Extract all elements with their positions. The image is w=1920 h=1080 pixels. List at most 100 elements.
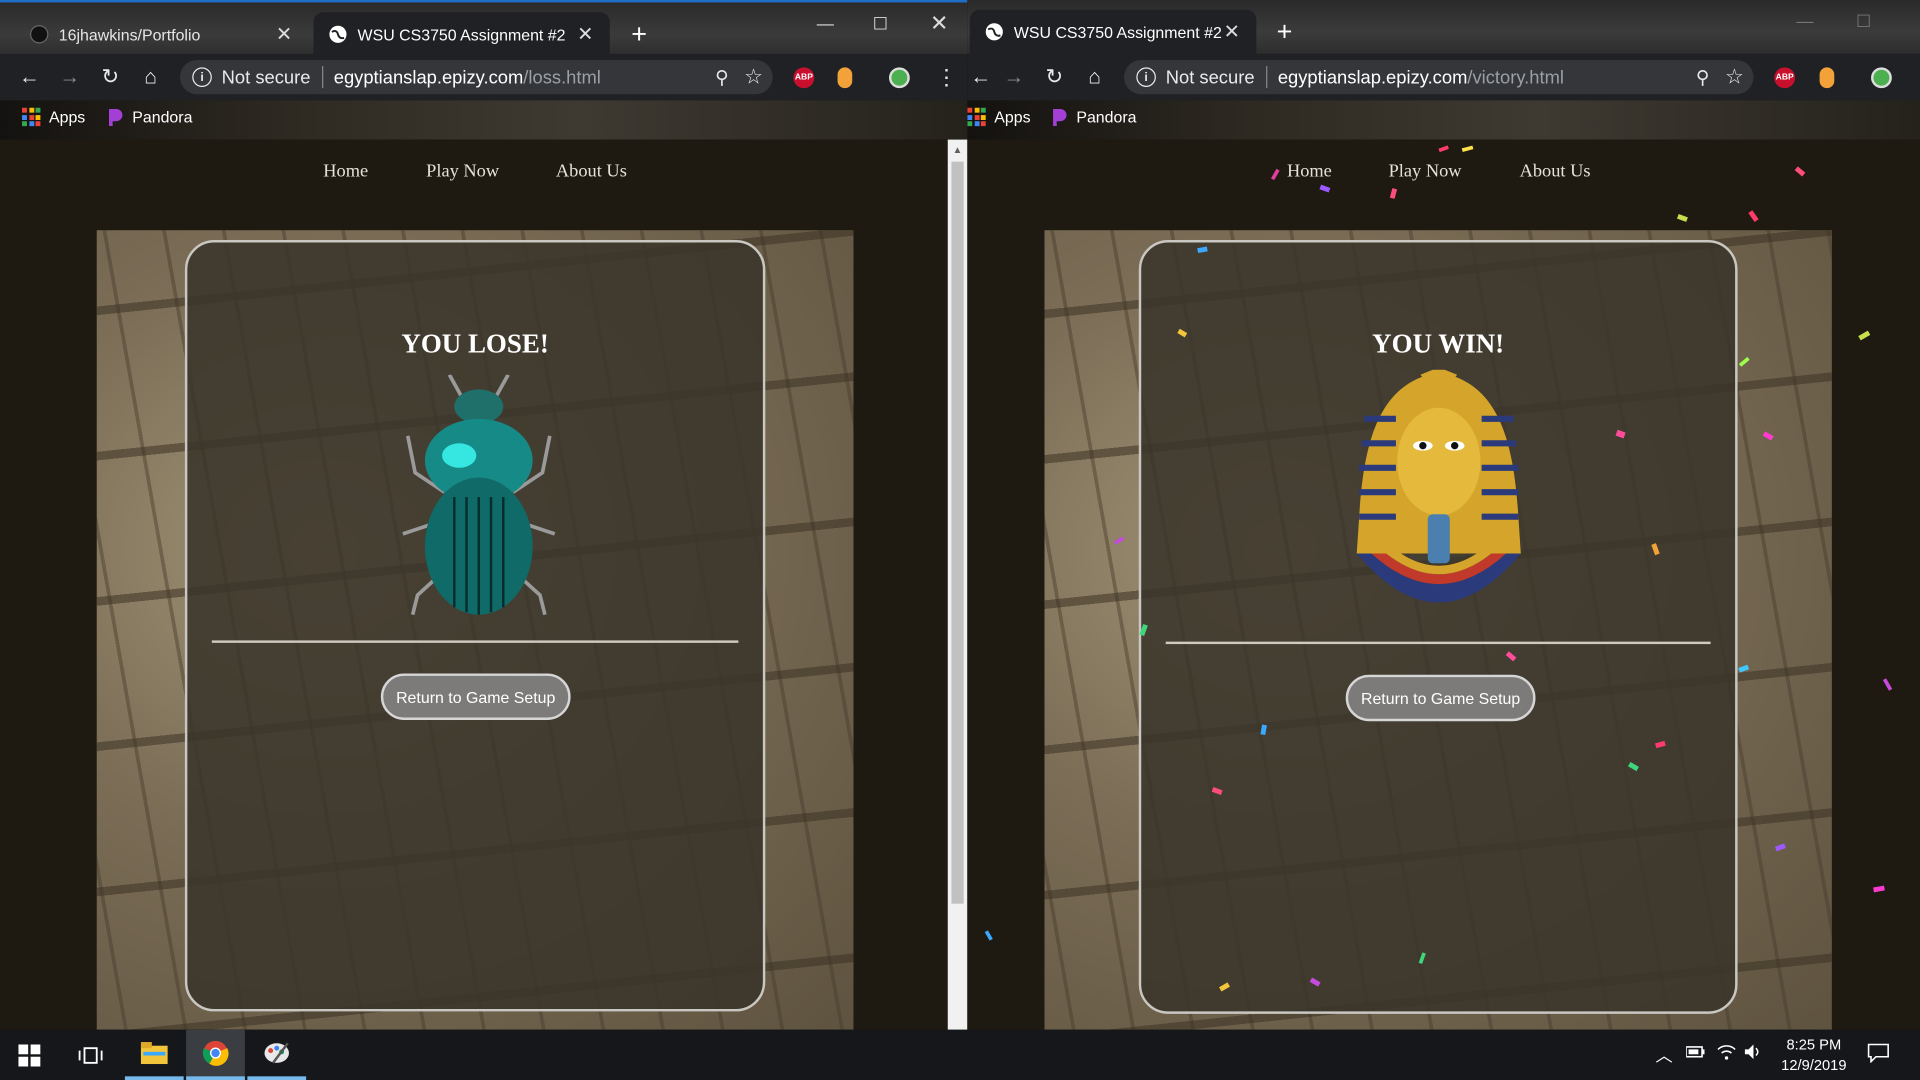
zoom-icon[interactable]: ⚲: [1696, 66, 1709, 88]
tab-label: WSU CS3750 Assignment #2: [1013, 22, 1222, 42]
pandora-icon: [1053, 108, 1067, 126]
return-to-setup-button[interactable]: Return to Game Setup: [1345, 674, 1536, 722]
reload-button[interactable]: ↻: [97, 64, 124, 91]
home-button[interactable]: ⌂: [1081, 64, 1108, 91]
profile-icon[interactable]: [1871, 67, 1892, 89]
apps-grid-icon: [967, 107, 986, 127]
pandora-icon: [108, 108, 123, 126]
globe-icon: [328, 24, 348, 44]
minimize-button[interactable]: —: [1780, 7, 1829, 34]
return-to-setup-button[interactable]: Return to Game Setup: [380, 673, 571, 721]
bookmark-label: Apps: [994, 107, 1031, 127]
chrome-icon[interactable]: [186, 1029, 245, 1080]
close-icon[interactable]: ✕: [1222, 22, 1242, 43]
task-view-icon[interactable]: [61, 1030, 120, 1080]
tab-assignment[interactable]: WSU CS3750 Assignment #2 ✕: [313, 12, 610, 57]
scrollbar-thumb[interactable]: [951, 161, 964, 904]
extension-icon[interactable]: [1819, 67, 1835, 89]
back-button[interactable]: ←: [16, 64, 43, 91]
nav-about-us[interactable]: About Us: [1520, 162, 1591, 183]
nav-play-now[interactable]: Play Now: [426, 162, 499, 183]
toolbar: ← → ↻ ⌂ i Not secure egyptianslap.epizy.…: [967, 53, 1920, 101]
home-button[interactable]: ⌂: [137, 64, 164, 91]
info-icon[interactable]: i: [192, 67, 212, 87]
github-icon: [29, 24, 49, 44]
minimize-button[interactable]: —: [801, 10, 850, 37]
scrollbar[interactable]: ▲: [947, 139, 968, 1030]
address-bar[interactable]: i Not secure egyptianslap.epizy.com/loss…: [180, 60, 773, 95]
browser-window-left: 16jhawkins/Portfolio ✕ WSU CS3750 Assign…: [0, 0, 968, 1030]
url-host: egyptianslap.epizy.com: [1277, 66, 1468, 88]
tab-label: 16jhawkins/Portfolio: [58, 25, 201, 44]
bookmark-apps[interactable]: Apps: [967, 107, 1031, 127]
security-label: Not secure: [1165, 66, 1255, 88]
new-tab-button[interactable]: +: [624, 18, 653, 49]
address-bar[interactable]: i Not secure egyptianslap.epizy.com/vict…: [1124, 60, 1754, 95]
bookmark-pandora[interactable]: Pandora: [108, 107, 193, 127]
zoom-icon[interactable]: ⚲: [715, 66, 728, 88]
profile-icon[interactable]: [888, 67, 910, 89]
bookmark-label: Apps: [48, 107, 86, 127]
url-path: /loss.html: [523, 66, 601, 88]
volume-icon[interactable]: [1744, 1043, 1764, 1064]
paint-icon[interactable]: [247, 1030, 307, 1080]
wifi-icon[interactable]: [1717, 1043, 1737, 1064]
bookmark-pandora[interactable]: Pandora: [1052, 108, 1137, 126]
bookmark-star-icon[interactable]: ☆: [744, 65, 763, 89]
address-divider: [1265, 66, 1267, 89]
tab-strip: 16jhawkins/Portfolio ✕ WSU CS3750 Assign…: [0, 0, 968, 57]
battery-icon[interactable]: [1685, 1043, 1706, 1063]
nav-about-us[interactable]: About Us: [556, 162, 627, 183]
forward-button[interactable]: →: [56, 64, 83, 91]
browser-window-right: WSU CS3750 Assignment #2 ✕ + — ☐ ← → ↻ ⌂…: [967, 0, 1920, 1030]
info-icon[interactable]: i: [1136, 67, 1156, 87]
nav-home[interactable]: Home: [323, 162, 368, 183]
result-title: YOU WIN!: [1372, 328, 1505, 359]
maximize-button[interactable]: ☐: [856, 10, 905, 37]
menu-icon[interactable]: ⋮: [936, 65, 958, 89]
scarab-beetle-image: [402, 374, 556, 616]
back-button[interactable]: ←: [967, 64, 994, 91]
url-path: /victory.html: [1467, 66, 1564, 88]
divider: [211, 640, 739, 643]
result-card: YOU LOSE! Return to Game Setup: [184, 240, 766, 1012]
nav-home[interactable]: Home: [1287, 162, 1332, 183]
security-label: Not secure: [221, 66, 311, 88]
url-host: egyptianslap.epizy.com: [333, 66, 524, 88]
bookmark-label: Pandora: [132, 107, 193, 127]
page-content: Home Play Now About Us YOU WIN! Return t…: [967, 139, 1920, 1030]
file-explorer-icon[interactable]: [124, 1030, 184, 1080]
toolbar: ← → ↻ ⌂ i Not secure egyptianslap.epizy.…: [0, 53, 968, 101]
tab-assignment[interactable]: WSU CS3750 Assignment #2 ✕: [969, 9, 1257, 54]
tab-portfolio[interactable]: 16jhawkins/Portfolio ✕: [15, 12, 309, 56]
bookmark-apps[interactable]: Apps: [22, 107, 86, 127]
forward-button[interactable]: →: [1000, 64, 1027, 91]
close-icon[interactable]: ✕: [274, 24, 294, 45]
adblock-icon[interactable]: ABP: [1774, 67, 1796, 89]
chevron-up-icon[interactable]: ︿: [1656, 1043, 1673, 1067]
page-content: Home Play Now About Us YOU LOSE! Return …: [0, 139, 948, 1030]
reload-button[interactable]: ↻: [1041, 64, 1068, 91]
clock-date: 12/9/2019: [1781, 1056, 1847, 1074]
bookmarks-bar: Apps Pandora: [0, 100, 968, 140]
bookmarks-bar: Apps Pandora: [967, 100, 1920, 140]
adblock-icon[interactable]: ABP: [793, 67, 815, 89]
bookmark-star-icon[interactable]: ☆: [1725, 65, 1744, 89]
clock-time: 8:25 PM: [1786, 1035, 1842, 1054]
maximize-button[interactable]: ☐: [1839, 7, 1888, 34]
apps-grid-icon: [22, 107, 41, 127]
result-title: YOU LOSE!: [401, 328, 549, 359]
close-icon[interactable]: ✕: [576, 24, 596, 45]
new-tab-button[interactable]: +: [1270, 16, 1299, 47]
notifications-icon[interactable]: [1867, 1043, 1889, 1066]
extension-icon[interactable]: [837, 67, 853, 89]
result-card: YOU WIN! Return to Game Setup: [1138, 240, 1738, 1014]
system-clock[interactable]: 8:25 PM 12/9/2019: [1781, 1035, 1846, 1077]
tab-label: WSU CS3750 Assignment #2: [357, 25, 566, 44]
tab-strip: WSU CS3750 Assignment #2 ✕ + — ☐: [967, 0, 1920, 54]
scroll-up-icon[interactable]: ▲: [953, 144, 963, 155]
nav-play-now[interactable]: Play Now: [1389, 162, 1462, 183]
close-window-button[interactable]: ✕: [915, 10, 964, 37]
windows-start-icon[interactable]: [0, 1030, 59, 1080]
divider: [1165, 641, 1711, 645]
